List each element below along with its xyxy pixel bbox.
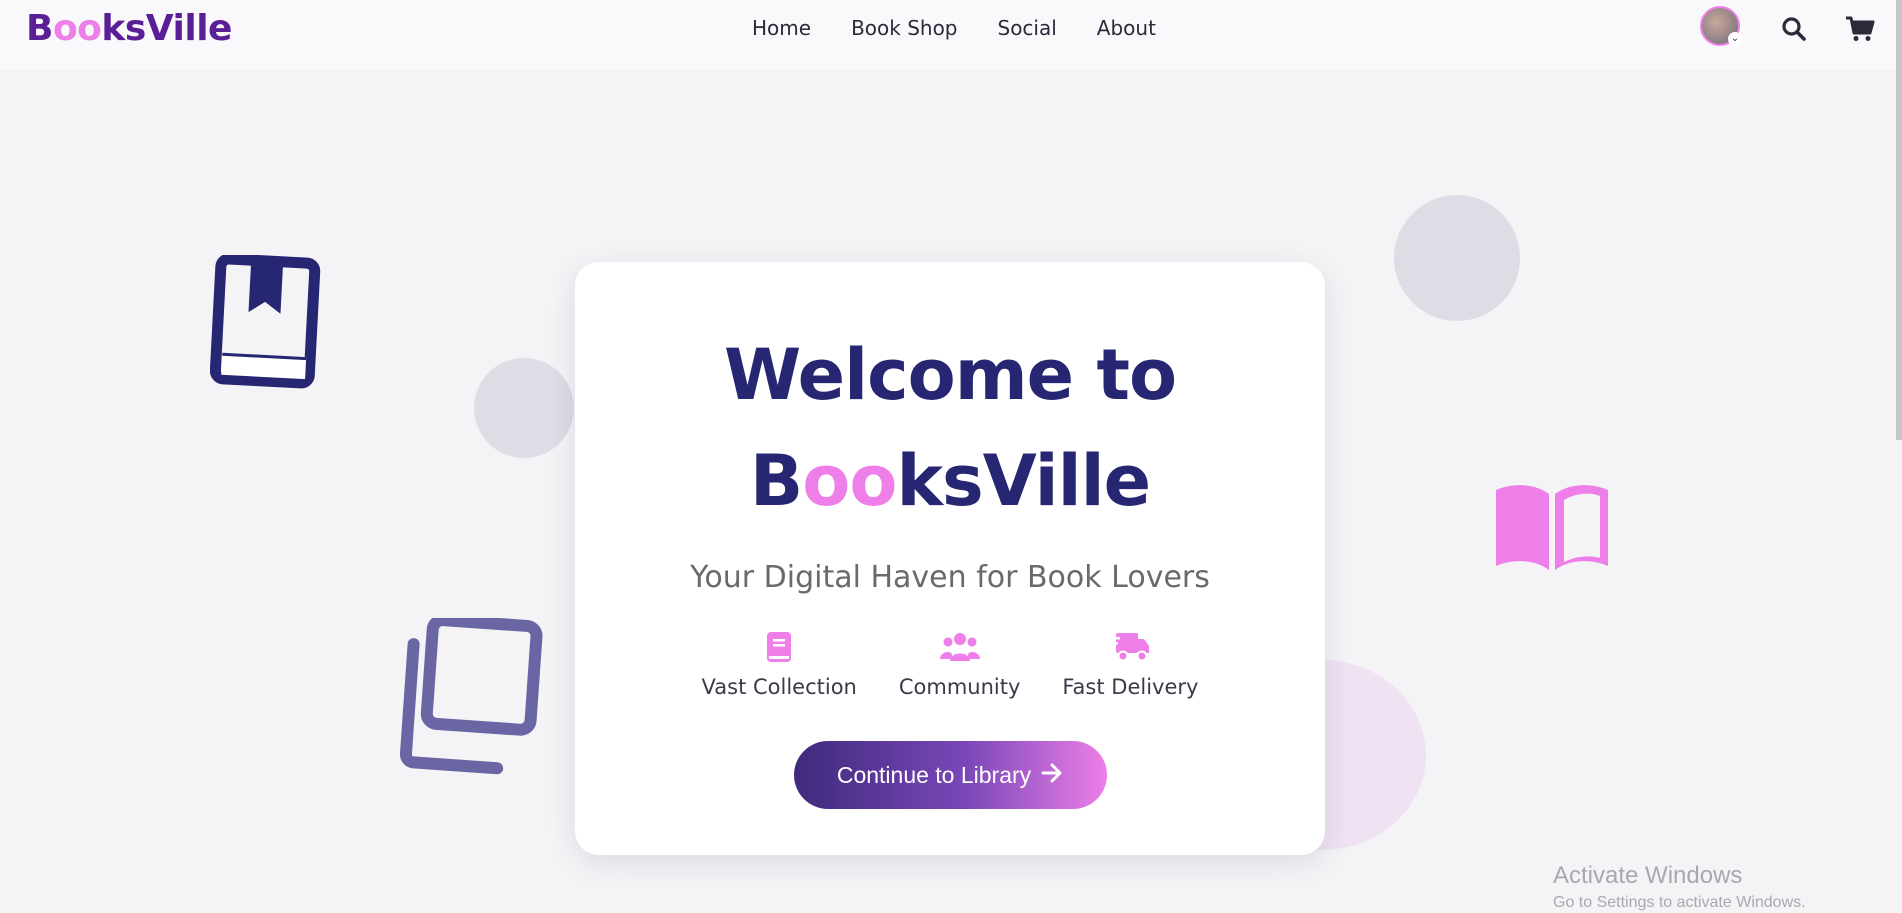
page-scrollbar[interactable]	[1896, 0, 1902, 440]
title-letters-rest: ksVille	[896, 440, 1151, 522]
search-icon[interactable]	[1781, 16, 1807, 46]
watermark-title: Activate Windows	[1553, 862, 1743, 889]
open-book-icon	[1492, 482, 1612, 578]
welcome-title: Welcome to BooksVille	[575, 322, 1325, 534]
user-avatar[interactable]: ⌄	[1700, 6, 1742, 46]
watermark-subtitle: Go to Settings to activate Windows.	[1553, 894, 1806, 911]
tagline: Your Digital Haven for Book Lovers	[690, 560, 1210, 595]
logo-letters-oo: oo	[52, 8, 102, 49]
title-line-brand: BooksVille	[575, 428, 1325, 534]
feature-list: Vast Collection Community Fast Delivery	[575, 631, 1325, 699]
cart-icon[interactable]	[1845, 16, 1875, 46]
feature-label: Fast Delivery	[1062, 675, 1199, 699]
feature-fast-delivery: Fast Delivery	[1062, 631, 1198, 699]
truck-icon	[1110, 631, 1150, 667]
chevron-down-icon: ⌄	[1728, 32, 1742, 46]
copy-icon	[388, 614, 548, 782]
feature-label: Vast Collection	[701, 675, 857, 699]
feature-label: Community	[898, 675, 1021, 699]
arrow-right-icon	[1041, 762, 1063, 789]
bookmark-book-icon	[209, 253, 322, 393]
users-icon	[939, 631, 980, 667]
continue-to-library-button[interactable]: Continue to Library	[793, 741, 1107, 809]
cta-label: Continue to Library	[836, 761, 1032, 788]
nav-home-link[interactable]: Home	[752, 16, 811, 40]
decorative-circle	[1394, 195, 1520, 321]
nav-social-link[interactable]: Social	[998, 16, 1057, 40]
book-icon	[765, 631, 793, 667]
title-letters-oo: oo	[802, 440, 897, 522]
feature-vast-collection: Vast Collection	[702, 631, 857, 699]
welcome-card: Welcome to BooksVille Your Digital Haven…	[575, 262, 1325, 855]
title-line-welcome: Welcome to	[723, 334, 1177, 416]
brand-logo[interactable]: BooksVille	[26, 8, 232, 49]
logo-letters-rest: ksVille	[101, 8, 232, 49]
nav-about-link[interactable]: About	[1097, 16, 1156, 40]
logo-letter-b: B	[26, 8, 53, 49]
windows-activation-watermark: Activate Windows Go to Settings to activ…	[1553, 862, 1806, 912]
feature-community: Community	[898, 631, 1021, 699]
decorative-circle	[474, 358, 574, 458]
nav-bookshop-link[interactable]: Book Shop	[851, 16, 957, 40]
main-nav: Home Book Shop Social About	[752, 16, 1156, 40]
top-navbar: BooksVille Home Book Shop Social About ⌄	[0, 0, 1902, 70]
title-letter-b: B	[749, 440, 803, 522]
